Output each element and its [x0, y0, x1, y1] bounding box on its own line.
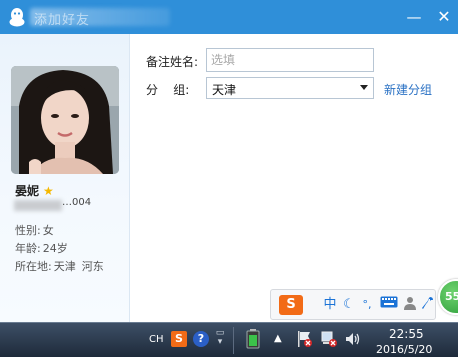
- taskbar-separator: [233, 327, 234, 354]
- wrench-icon[interactable]: [421, 296, 435, 314]
- gender-value: 女: [42, 224, 54, 237]
- group-select[interactable]: 天津: [206, 77, 374, 99]
- close-button[interactable]: ✕: [435, 8, 453, 26]
- gender-label: 性别:: [15, 224, 41, 237]
- location-row: 所在地: 天津 河东: [15, 258, 104, 274]
- profile-panel: 晏妮 ★ …004 性别: 女 年龄: 24岁 所在地: 天津 河东: [0, 34, 130, 322]
- clock-time[interactable]: 22:55: [389, 327, 424, 341]
- window-title: 添加好友: [34, 13, 91, 28]
- avatar[interactable]: [11, 66, 119, 174]
- age-row: 年龄: 24岁: [15, 240, 68, 256]
- qq-penguin-icon: [9, 8, 25, 27]
- volume-icon[interactable]: [345, 331, 361, 347]
- user-icon[interactable]: [403, 296, 417, 314]
- moon-icon[interactable]: ☾: [342, 296, 356, 314]
- network-icon[interactable]: [321, 330, 337, 348]
- options-icon[interactable]: ▭ ▾: [214, 329, 226, 347]
- contact-name: 晏妮: [15, 184, 40, 198]
- location-district: 河东: [81, 260, 104, 273]
- green-badge-count: 55: [445, 290, 458, 303]
- name-row: 晏妮 ★: [15, 180, 54, 198]
- help-icon[interactable]: ?: [193, 331, 209, 347]
- clock-date[interactable]: 2016/5/20: [376, 343, 432, 356]
- keyboard-icon[interactable]: [379, 296, 399, 314]
- new-group-link[interactable]: 新建分组: [384, 81, 432, 98]
- location-city: 天津: [53, 260, 76, 273]
- show-hidden-icons[interactable]: ▲: [274, 333, 282, 344]
- minimize-button[interactable]: —: [405, 8, 423, 26]
- star-icon: ★: [43, 184, 54, 198]
- sogou-logo-icon[interactable]: S: [279, 295, 303, 315]
- age-label: 年龄:: [15, 242, 41, 255]
- remark-input[interactable]: [206, 48, 374, 72]
- taskbar: CH S ? ▭ ▾ ▲ 22:55 2016/5/20: [0, 322, 458, 357]
- location-label: 所在地:: [15, 260, 52, 273]
- ime-punctuation[interactable]: °,: [360, 296, 374, 314]
- group-selected-value: 天津: [212, 83, 237, 97]
- screen: 添加好友 — ✕ 晏妮 ★ …004 性别: 女 年龄: 24岁 所在地: 天津…: [0, 0, 458, 357]
- add-friend-dialog: 添加好友 — ✕ 晏妮 ★ …004 性别: 女 年龄: 24岁 所在地: 天津…: [0, 0, 458, 322]
- remark-label: 备注姓名:: [146, 55, 199, 69]
- qq-number-blur: [14, 200, 62, 211]
- qq-number: …004: [62, 197, 92, 208]
- gender-row: 性别: 女: [15, 222, 54, 238]
- green-badge[interactable]: 55: [438, 279, 458, 315]
- age-value: 24岁: [42, 242, 68, 255]
- language-indicator[interactable]: CH: [149, 334, 164, 345]
- ime-chinese-toggle[interactable]: 中: [321, 296, 339, 314]
- flag-icon[interactable]: [297, 330, 313, 348]
- group-label: 分 组:: [146, 83, 190, 97]
- chevron-down-icon: [360, 85, 368, 90]
- ime-toolbar[interactable]: S 中 ☾ °,: [270, 289, 436, 320]
- battery-icon[interactable]: [246, 329, 260, 349]
- title-bar[interactable]: 添加好友 — ✕: [0, 0, 458, 34]
- sogou-tray-icon[interactable]: S: [171, 331, 187, 347]
